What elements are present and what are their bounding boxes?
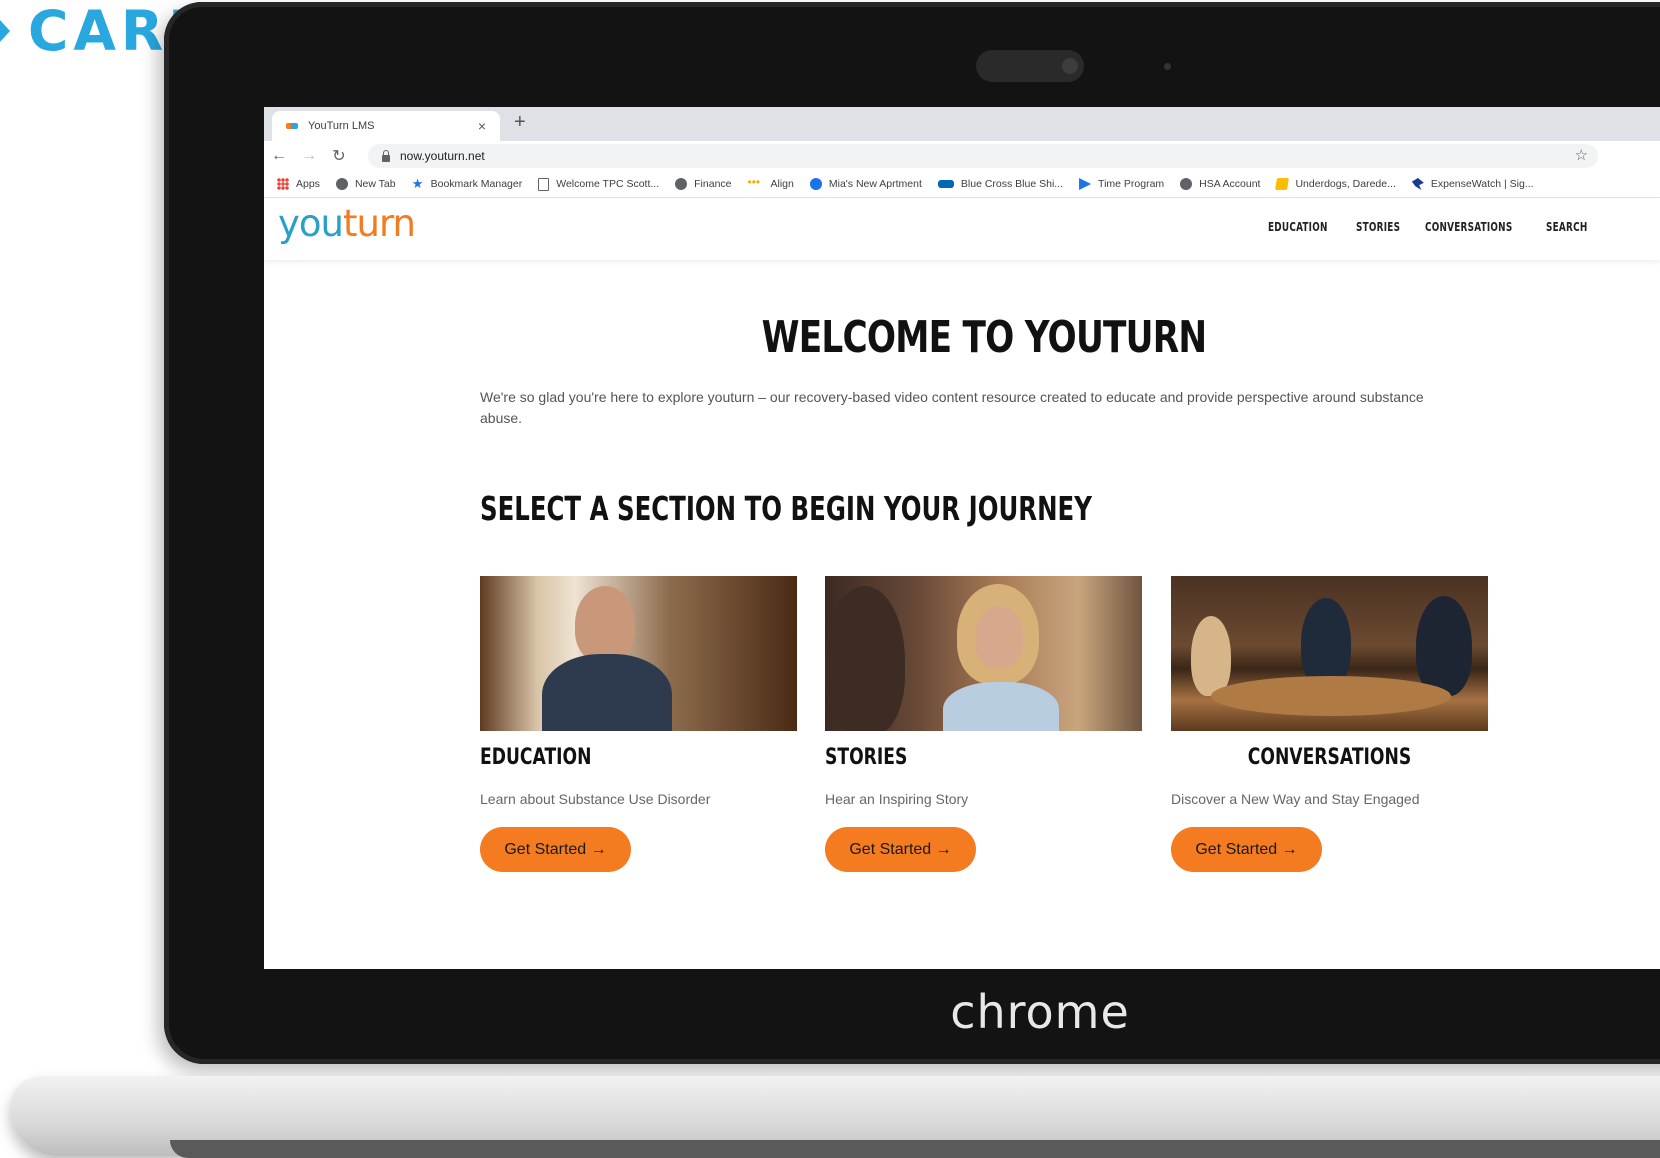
address-bar[interactable]: now.youturn.net ☆ [368,144,1598,168]
section-heading: SELECT A SECTION TO BEGIN YOUR JOURNEY [480,489,1092,528]
bird-icon [1411,178,1424,190]
card-title: EDUCATION [480,745,592,770]
bookmark-label: Underdogs, Darede... [1295,178,1396,190]
card-description: Hear an Inspiring Story [825,791,969,807]
bookmark-time-program[interactable]: Time Program [1079,178,1164,190]
chrome-wordmark: chrome [950,985,1130,1039]
back-arrow-icon[interactable]: ← [264,147,294,165]
bookmark-expensewatch[interactable]: ExpenseWatch | Sig... [1411,178,1534,190]
globe-icon [335,178,348,190]
browser-window: YouTurn LMS × + ← → ↻ now.youturn.net ☆ … [264,107,1660,969]
card-title: CONVERSATIONS [1247,745,1412,770]
laptop-base-edge [170,1140,1660,1158]
bookmark-label: Apps [296,178,320,190]
site-header: youturn EDUCATION STORIES CONVERSATIONS … [264,198,1660,260]
education-image[interactable] [480,576,797,731]
intro-text: We're so glad you're here to explore you… [480,389,1424,426]
star-icon: ★ [411,176,424,191]
nav-stories[interactable]: STORIES [1356,220,1400,234]
bookmark-bookmark-manager[interactable]: ★ Bookmark Manager [411,176,523,191]
bookmark-label: Finance [694,178,732,190]
browser-tab[interactable]: YouTurn LMS × [272,111,500,141]
conversations-image[interactable] [1171,576,1488,731]
webcam-indicator [1164,63,1171,70]
bookmark-label: Mia's New Aprtment [828,178,922,190]
bookmark-apps[interactable]: Apps [277,178,320,190]
bookmark-finance[interactable]: Finance [675,178,732,190]
bookmark-label: Align [770,178,794,190]
card-education: EDUCATION Learn about Substance Use Diso… [480,576,797,872]
youturn-logo[interactable]: youturn [278,202,416,245]
bookmark-label: Welcome TPC Scott... [556,178,660,190]
card-title: STORIES [825,745,908,770]
note-icon [1275,178,1290,190]
bookmark-label: ExpenseWatch | Sig... [1430,178,1534,190]
card-conversations: CONVERSATIONS Discover a New Way and Sta… [1171,576,1488,872]
close-icon[interactable]: × [472,118,492,134]
bookmark-new-tab[interactable]: New Tab [335,178,396,190]
dots-icon: ••• [747,175,761,189]
bookmark-align[interactable]: ••• Align [747,175,794,190]
nav-conversations[interactable]: CONVERSATIONS [1425,220,1512,234]
bookmark-label: Bookmark Manager [430,178,523,190]
stories-image[interactable] [825,576,1142,731]
circle-icon [809,178,822,190]
card-description: Discover a New Way and Stay Engaged [1171,791,1420,807]
bookmark-blue-cross[interactable]: Blue Cross Blue Shi... [937,178,1064,190]
flag-icon [1079,178,1092,190]
nav-education[interactable]: EDUCATION [1268,220,1328,234]
bookmark-underdogs[interactable]: Underdogs, Darede... [1275,178,1396,190]
bookmark-label: New Tab [354,178,396,190]
document-icon [538,177,550,191]
bookmark-star-icon[interactable]: ☆ [1575,146,1588,164]
get-started-button[interactable]: Get Started → [480,827,631,872]
logo-you: you [278,202,344,245]
bookmark-label: Blue Cross Blue Shi... [960,178,1064,190]
favicon-icon [286,123,298,129]
card-description: Learn about Substance Use Disorder [480,791,711,807]
tab-strip: YouTurn LMS × + [264,107,1660,141]
arrow-icon [0,20,10,42]
get-started-button[interactable]: Get Started → [1171,827,1322,872]
get-started-button[interactable]: Get Started → [825,827,976,872]
globe-icon [675,178,688,190]
browser-toolbar: ← → ↻ now.youturn.net ☆ [264,141,1660,171]
bookmark-label: HSA Account [1199,178,1261,190]
lock-icon [382,149,390,162]
new-tab-button[interactable]: + [514,111,526,134]
card-stories: STORIES Hear an Inspiring Story Get Star… [825,576,1142,872]
bookmark-welcome-tpc[interactable]: Welcome TPC Scott... [538,177,660,191]
bookmark-hsa-account[interactable]: HSA Account [1180,178,1260,190]
bookmark-label: Time Program [1098,178,1165,190]
apps-icon [277,178,289,190]
bookmark-mias-apartment[interactable]: Mia's New Aprtment [809,178,922,190]
reload-icon[interactable]: ↻ [324,146,354,166]
site-nav: EDUCATION STORIES CONVERSATIONS SEARCH [1268,220,1612,234]
url-text: now.youturn.net [400,149,485,163]
forward-arrow-icon[interactable]: → [294,147,324,165]
tab-title: YouTurn LMS [308,120,375,132]
bcbs-icon [937,180,954,188]
welcome-title: WELCOME TO YOUTURN [761,312,1207,363]
bookmarks-bar: Apps New Tab ★ Bookmark Manager Welcome T… [264,171,1660,198]
nav-search[interactable]: SEARCH [1546,220,1587,234]
logo-turn: turn [342,202,416,245]
globe-icon [1180,178,1193,190]
webcam-lens [1062,58,1078,74]
